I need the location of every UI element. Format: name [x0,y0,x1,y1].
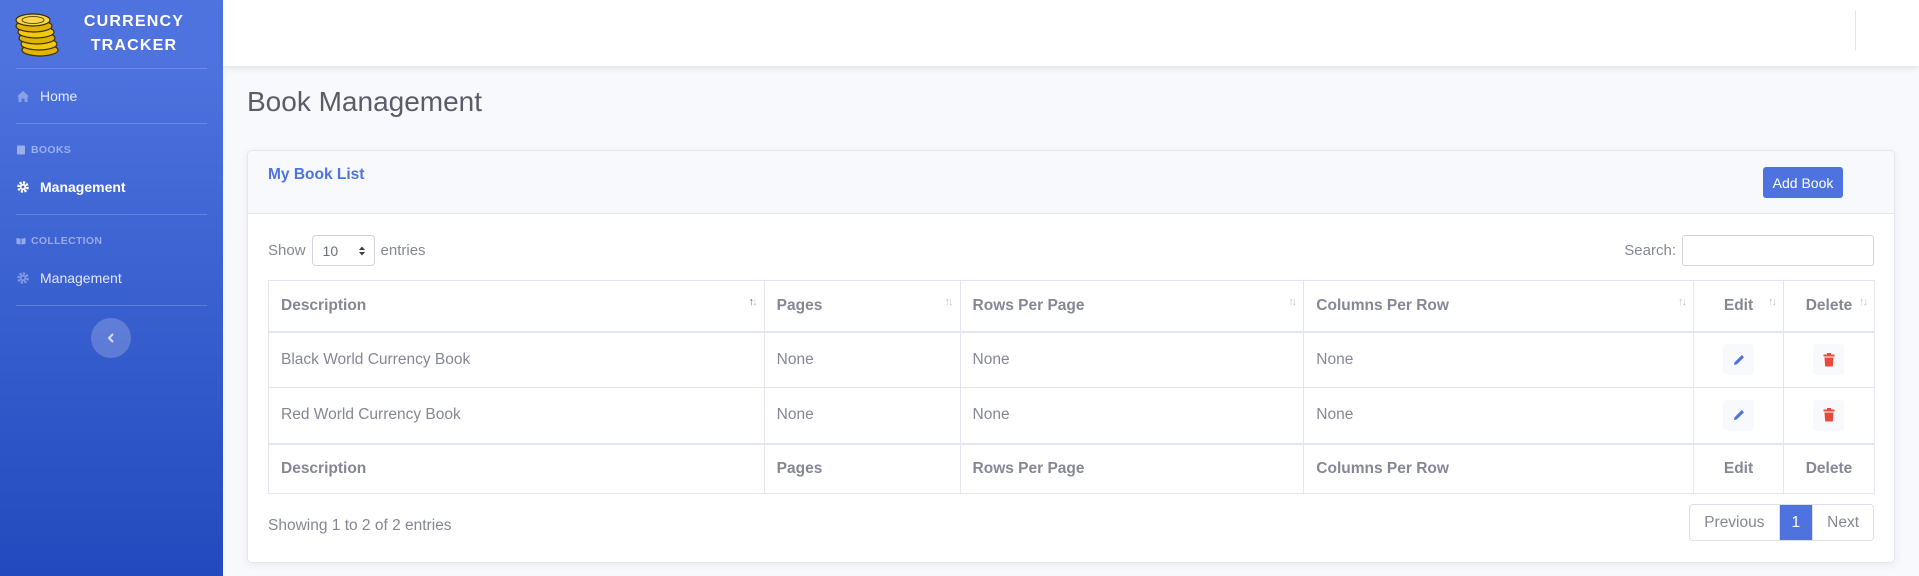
pencil-icon [1733,410,1744,421]
book-list-card: My Book List Add Book Show 10 entries Se… [247,150,1895,563]
footer-pages: Pages [763,442,961,494]
gear-icon [16,180,30,194]
search-input[interactable] [1682,235,1874,266]
cell-pages: None [763,387,961,444]
column-header-columns-per-row[interactable]: Columns Per Row ↑↓ [1303,280,1695,333]
footer-description: Description [268,442,765,494]
sidebar-item-books-management[interactable]: Management [0,160,223,214]
cell-rows-per-page: None [959,387,1305,444]
trash-icon [1823,352,1835,367]
open-book-icon [16,236,26,246]
coin-stack-logo [15,13,59,57]
footer-columns-per-row: Columns Per Row [1303,442,1695,494]
pagination: Previous 1 Next [1689,504,1874,541]
sort-icon: ↑↓ [1678,296,1687,308]
brand-text: CURRENCY TRACKER [78,10,190,58]
table-header-row: Description ↑↓ Pages ↑↓ Rows Per Page ↑↓ Co… [268,280,1876,333]
cell-columns-per-row: None [1303,331,1695,388]
search-control: Search: [1624,235,1874,266]
topbar-divider [1855,10,1856,50]
edit-button[interactable] [1723,344,1754,376]
entries-select-value: 10 [322,242,339,259]
chevron-left-icon [107,333,114,343]
topbar [223,0,1919,66]
sidebar-heading-collection: Collection [0,215,223,251]
column-header-edit[interactable]: Edit ↑↓ [1693,280,1784,333]
sort-arrows-icon [358,246,365,255]
page-button-1[interactable]: 1 [1778,505,1813,540]
sidebar-item-label: Management [40,270,122,286]
cell-edit [1693,387,1784,444]
brand-line-2: TRACKER [90,37,178,54]
table-row: Red World Currency Book None None None [268,387,1876,444]
sidebar-item-home[interactable]: Home [0,69,223,123]
sidebar-heading-label: Books [31,144,72,156]
brand-line-1: CURRENCY [83,13,185,30]
entries-length-control: Show 10 entries [268,235,426,266]
cell-pages: None [763,331,961,388]
cell-delete [1782,331,1876,388]
delete-button[interactable] [1813,399,1845,431]
sidebar-item-label: Management [40,179,126,195]
sidebar: CURRENCY TRACKER Home Books Management C… [0,0,223,576]
book-table: Description ↑↓ Pages ↑↓ Rows Per Page ↑↓ Co… [268,280,1876,494]
cell-rows-per-page: None [959,331,1305,388]
table-info: Showing 1 to 2 of 2 entries [268,517,452,534]
cell-description: Black World Currency Book [268,331,765,388]
home-icon [16,89,30,103]
entries-label: entries [380,242,426,259]
sidebar-item-collection-management[interactable]: Management [0,251,223,305]
cell-description: Red World Currency Book [268,387,765,444]
delete-button[interactable] [1813,344,1845,376]
next-page-button[interactable]: Next [1812,505,1873,540]
card-title: My Book List [268,166,365,183]
sidebar-divider [16,305,207,306]
entries-select[interactable]: 10 [311,235,375,266]
footer-delete: Delete [1782,442,1876,494]
gear-icon [16,271,30,285]
search-label: Search: [1624,242,1676,259]
sort-asc-icon: ↑↓ [748,296,758,308]
sort-icon: ↑↓ [1859,296,1868,308]
footer-edit: Edit [1693,442,1784,494]
sidebar-item-label: Home [40,88,78,104]
book-icon [16,145,26,155]
cell-columns-per-row: None [1303,387,1695,444]
card-header: My Book List Add Book [248,151,1894,214]
previous-page-button[interactable]: Previous [1690,505,1778,540]
page-title: Book Management [247,86,483,117]
column-header-description[interactable]: Description ↑↓ [268,280,765,333]
sidebar-heading-books: Books [0,124,223,160]
pencil-icon [1733,354,1744,365]
table-footer-row: Description Pages Rows Per Page Columns … [268,442,1876,494]
edit-button[interactable] [1723,399,1754,431]
column-header-delete[interactable]: Delete ↑↓ [1782,280,1876,333]
column-header-pages[interactable]: Pages ↑↓ [763,280,961,333]
sidebar-toggle-button[interactable] [91,318,131,358]
sort-icon: ↑↓ [1767,296,1777,308]
sort-icon: ↑↓ [944,296,954,308]
add-book-button[interactable]: Add Book [1763,167,1843,198]
trash-icon [1823,408,1835,422]
footer-rows-per-page: Rows Per Page [959,442,1305,494]
brand[interactable]: CURRENCY TRACKER [0,0,223,68]
sort-icon: ↑↓ [1288,296,1297,308]
show-label: Show [268,242,306,259]
sidebar-heading-label: Collection [31,235,103,247]
cell-edit [1693,331,1784,388]
column-header-rows-per-page[interactable]: Rows Per Page ↑↓ [959,280,1305,333]
table-row: Black World Currency Book None None None [268,331,1876,388]
cell-delete [1782,387,1876,444]
